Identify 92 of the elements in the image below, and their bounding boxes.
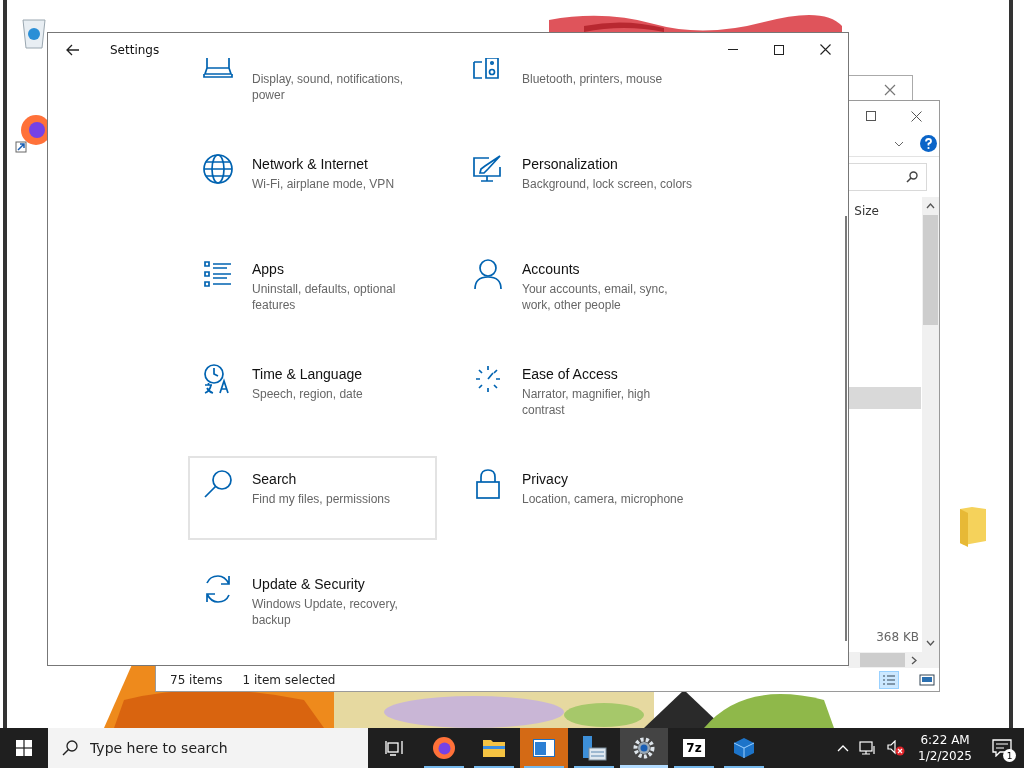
horizontal-scrollbar[interactable] <box>848 652 939 668</box>
network-icon[interactable] <box>859 740 878 756</box>
search-icon <box>62 740 78 756</box>
settings-tile[interactable]: Personalization Background, lock screen, colors <box>458 141 707 225</box>
tile-title: Time & Language <box>252 366 363 382</box>
close-icon[interactable] <box>911 110 922 122</box>
maximize-icon <box>774 44 784 55</box>
gear-icon <box>633 737 655 759</box>
running-indicator <box>424 766 464 768</box>
tile-description: Background, lock screen, colors <box>522 176 693 192</box>
tile-description: Speech, region, date <box>252 386 364 402</box>
clock-date: 1/2/2025 <box>918 749 972 763</box>
clock-time: 6:22 AM <box>920 733 970 747</box>
firefox-icon <box>432 736 456 760</box>
settings-tile[interactable]: Network & Internet Wi-Fi, airplane mode, VPN <box>188 141 437 225</box>
tile-description: Bluetooth, printers, mouse <box>522 71 664 87</box>
tile-description: Uninstall, defaults, optional features <box>252 281 397 313</box>
tile-title: Update & Security <box>252 576 366 592</box>
running-indicator <box>474 766 514 768</box>
list-icon <box>202 258 234 290</box>
settings-tile[interactable]: Privacy Location, camera, microphone <box>458 456 707 540</box>
tile-description: Location, camera, microphone <box>522 491 685 507</box>
settings-tile[interactable]: Accounts Your accounts, email, sync, work, other people <box>458 246 707 330</box>
task-view-icon <box>385 740 403 756</box>
notification-count: 1 <box>1003 749 1016 762</box>
large-icons-view-icon[interactable] <box>919 672 935 687</box>
tile-title: Accounts <box>522 261 581 277</box>
scroll-up-icon[interactable] <box>926 203 935 209</box>
chevron-down-icon[interactable] <box>894 140 904 147</box>
archive-app-label: 7z <box>683 739 705 757</box>
settings-tile[interactable]: Display, sound, notifications, power <box>188 58 437 120</box>
scrollbar-thumb[interactable] <box>845 216 847 641</box>
tile-description: Wi-Fi, airplane mode, VPN <box>252 176 396 192</box>
tile-title: Search <box>252 471 298 487</box>
close-icon <box>819 44 831 55</box>
chevron-up-icon[interactable] <box>837 744 850 752</box>
cube-icon <box>732 736 756 760</box>
message-icon <box>992 739 1012 757</box>
running-indicator <box>574 766 614 768</box>
close-icon[interactable] <box>884 84 896 96</box>
monitor-brush-icon <box>472 153 504 185</box>
status-text: 1 item selected <box>242 672 336 687</box>
search-icon <box>906 171 918 183</box>
settings-tile[interactable]: Apps Uninstall, defaults, optional features <box>188 246 437 330</box>
notifications-button[interactable]: 1 <box>980 728 1024 768</box>
tile-title: Privacy <box>522 471 569 487</box>
speaker-muted-icon[interactable] <box>887 740 906 756</box>
tile-description: Find my files, permissions <box>252 491 392 507</box>
running-indicator <box>674 766 714 768</box>
taskbar-button[interactable]: 7z <box>670 728 718 768</box>
server-icon <box>581 735 607 761</box>
file-row[interactable]: 368 KB <box>849 626 921 648</box>
running-indicator <box>524 766 564 768</box>
scrollbar-thumb[interactable] <box>923 215 938 325</box>
minimize-icon <box>728 49 738 50</box>
settings-tile[interactable]: Bluetooth, printers, mouse <box>458 58 707 120</box>
search-icon <box>202 468 234 500</box>
settings-tile[interactable]: Update & Security Windows Update, recovery, backup <box>188 561 437 645</box>
clock[interactable]: 6:22 AM 1/2/2025 <box>910 733 980 763</box>
file-size: 368 KB <box>876 630 919 644</box>
back-arrow-icon[interactable] <box>66 43 80 56</box>
running-indicator <box>724 766 764 768</box>
tile-title: Personalization <box>522 156 619 172</box>
tile-title: Apps <box>252 261 285 277</box>
maximize-icon[interactable] <box>866 111 876 121</box>
running-indicator <box>620 765 668 768</box>
folder-icon <box>482 738 506 758</box>
tile-description: Narrator, magnifier, high contrast <box>522 386 652 418</box>
status-text: 75 items <box>170 672 223 687</box>
windows-logo-icon <box>16 740 32 756</box>
window-title: Settings <box>110 42 160 57</box>
person-icon <box>472 258 504 290</box>
scrollbar-thumb[interactable] <box>860 653 905 667</box>
taskbar-button[interactable] <box>620 728 668 768</box>
tile-description: Your accounts, email, sync, work, other people <box>522 281 669 313</box>
tile-description: Display, sound, notifications, power <box>252 71 405 103</box>
scroll-down-icon[interactable] <box>926 640 935 646</box>
settings-tile[interactable]: Time & Language Speech, region, date <box>188 351 437 435</box>
settings-tile[interactable]: Search Find my files, permissions <box>188 456 437 540</box>
scroll-right-icon[interactable] <box>911 655 917 665</box>
search-input[interactable]: Type here to search <box>88 739 332 757</box>
tile-title: Network & Internet <box>252 156 369 172</box>
tile-title: Ease of Access <box>522 366 619 382</box>
search-bar[interactable]: Type here to search <box>48 728 368 768</box>
window-icon <box>533 739 555 757</box>
details-view-icon[interactable] <box>879 670 899 689</box>
settings-tile[interactable]: Ease of Access Narrator, magnifier, high contrast <box>458 351 707 435</box>
column-header[interactable]: Size <box>854 204 879 218</box>
help-icon[interactable] <box>920 135 937 152</box>
tile-description: Windows Update, recovery, backup <box>252 596 399 628</box>
globe-icon <box>202 153 234 185</box>
vertical-scrollbar[interactable] <box>922 197 939 652</box>
